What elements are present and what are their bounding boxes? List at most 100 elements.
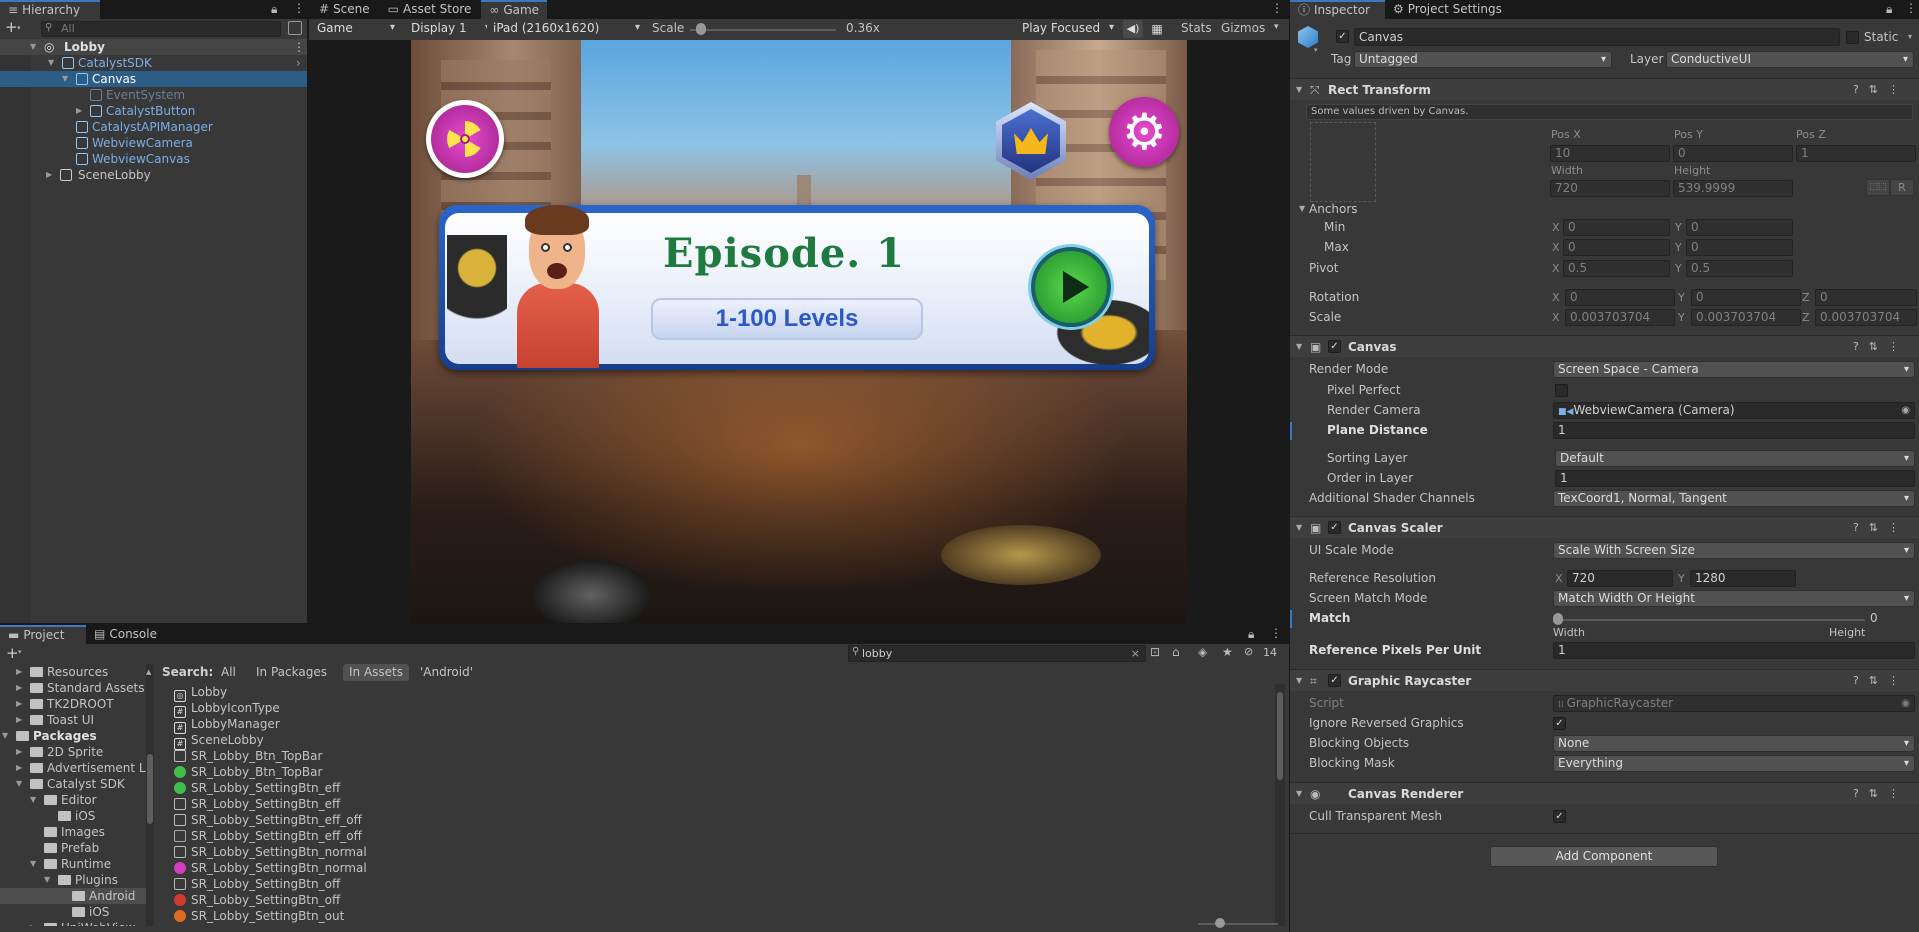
graphic-raycaster-enabled-checkbox[interactable]: ✓	[1328, 674, 1341, 687]
folder-tree-item[interactable]: ▶ Toast UI	[0, 712, 146, 728]
resolution-dropdown[interactable]: iPad (2160x1620)	[487, 20, 645, 38]
tab-hierarchy[interactable]: ≡ Hierarchy	[0, 0, 100, 19]
pivot-x-field[interactable]: 0.5	[1563, 260, 1670, 277]
chevron-right-icon[interactable]: ▶	[16, 664, 22, 680]
active-checkbox[interactable]: ✓	[1336, 30, 1349, 43]
raw-edit-button[interactable]: R	[1890, 179, 1914, 196]
folder-tree-item[interactable]: ▼ Packages	[0, 728, 146, 744]
screen-match-mode-dropdown[interactable]: Match Width Or Height	[1553, 590, 1915, 607]
mute-audio-icon[interactable]: ◀)	[1123, 20, 1143, 38]
canvas-scaler-enabled-checkbox[interactable]: ✓	[1328, 521, 1341, 534]
reference-resolution-y-field[interactable]: 1280	[1690, 570, 1796, 587]
blocking-mask-dropdown[interactable]: Everything	[1553, 755, 1915, 772]
width-field[interactable]: 720	[1550, 180, 1670, 197]
chevron-right-icon[interactable]: ›	[296, 55, 301, 71]
anchor-presets-icon[interactable]	[1310, 122, 1376, 202]
chevron-down-icon[interactable]: ▾	[18, 648, 22, 656]
hierarchy-item[interactable]: ▼ Canvas	[0, 71, 307, 87]
folder-tree-item[interactable]: ▶ Standard Assets	[0, 680, 146, 696]
search-result-item[interactable]: SR_Lobby_SettingBtn_eff_off	[174, 828, 362, 844]
pivot-y-field[interactable]: 0.5	[1686, 260, 1793, 277]
tab-inspector[interactable]: ⓘ Inspector	[1290, 0, 1385, 19]
chevron-right-icon[interactable]: ▶	[30, 920, 36, 926]
folder-tree-item[interactable]: Prefab	[0, 840, 146, 856]
folder-tree-item[interactable]: ▶ Resources	[0, 664, 146, 680]
scroll-up-icon[interactable]: ▲	[146, 668, 151, 676]
kebab-menu-icon[interactable]: ⋮	[1905, 1, 1917, 15]
layer-dropdown[interactable]: ConductiveUI	[1666, 51, 1914, 68]
component-actions[interactable]: ?⇅⋮	[1853, 517, 1909, 539]
ignore-reversed-checkbox[interactable]: ✓	[1553, 717, 1566, 730]
match-slider-track[interactable]	[1557, 619, 1865, 621]
stats-button[interactable]: Stats	[1181, 21, 1212, 35]
radiation-button[interactable]	[426, 100, 504, 178]
search-result-item[interactable]: SR_Lobby_Btn_TopBar	[174, 748, 322, 764]
hierarchy-item[interactable]: ▼ ◎ Lobby ⋮	[0, 39, 307, 55]
tree-scrollbar-thumb[interactable]	[147, 754, 153, 824]
episode-card[interactable]: Episode. 1 1-100 Levels	[439, 205, 1155, 370]
tree-scrollbar[interactable]	[146, 664, 154, 926]
kebab-menu-icon[interactable]: ⋮	[1270, 626, 1282, 640]
hierarchy-item[interactable]: CatalystAPIManager	[0, 119, 307, 135]
kebab-menu-icon[interactable]: ⋮	[293, 1, 305, 15]
folder-tree-item[interactable]: ▼ Editor	[0, 792, 146, 808]
pos-z-field[interactable]: 1	[1796, 145, 1916, 162]
canvas-enabled-checkbox[interactable]: ✓	[1328, 340, 1341, 353]
search-result-item[interactable]: ◎ Lobby	[174, 684, 227, 702]
hierarchy-item[interactable]: ▼ CatalystSDK ›	[0, 55, 307, 71]
lock-icon[interactable]: 🔒︎	[271, 2, 277, 17]
search-result-item[interactable]: SR_Lobby_SettingBtn_off	[174, 892, 340, 908]
hierarchy-search-input[interactable]: ⚲ All	[41, 21, 281, 37]
reference-resolution-x-field[interactable]: 720	[1567, 570, 1673, 587]
star-icon[interactable]: ★	[1222, 645, 1233, 659]
scale-y-field[interactable]: 0.003703704	[1691, 309, 1801, 326]
folder-tree-item[interactable]: ▶ 2D Sprite	[0, 744, 146, 760]
canvas-component-header[interactable]: ▼ ▣ ✓ Canvas ?⇅⋮	[1290, 335, 1919, 357]
tab-asset-store[interactable]: ▭ Asset Store	[380, 0, 482, 19]
height-field[interactable]: 539.9999	[1673, 180, 1793, 197]
results-scrollbar-thumb[interactable]	[1277, 692, 1283, 780]
search-result-item[interactable]: SR_Lobby_Btn_TopBar	[174, 764, 322, 780]
settings-button[interactable]: ⚙	[1109, 97, 1179, 167]
rotation-z-field[interactable]: 0	[1815, 289, 1917, 306]
kebab-menu-icon[interactable]: ⋮	[293, 39, 305, 55]
canvas-renderer-header[interactable]: ▼ ◉ Canvas Renderer ?⇅⋮	[1290, 782, 1919, 804]
chevron-down-icon[interactable]: ▼	[44, 872, 50, 888]
add-component-button[interactable]: Add Component	[1490, 846, 1718, 867]
add-icon[interactable]: +	[5, 20, 18, 35]
anchor-max-y-field[interactable]: 0	[1686, 239, 1793, 256]
tag-dropdown[interactable]: Untagged	[1354, 51, 1612, 68]
chevron-down-icon[interactable]: ▼	[2, 728, 8, 744]
tab-game[interactable]: ∞ Game	[481, 0, 548, 19]
chevron-right-icon[interactable]: ▶	[76, 103, 82, 119]
component-actions[interactable]: ?⇅⋮	[1853, 670, 1909, 692]
pos-x-field[interactable]: 10	[1550, 145, 1670, 162]
render-mode-dropdown[interactable]: Screen Space - Camera	[1553, 361, 1915, 378]
filter-in-packages[interactable]: In Packages	[256, 665, 327, 679]
search-result-item[interactable]: SR_Lobby_SettingBtn_out	[174, 908, 344, 924]
folder-tree-item[interactable]: ▼ Plugins	[0, 872, 146, 888]
kebab-menu-icon[interactable]: ⋮	[1271, 1, 1283, 15]
folder-tree-item[interactable]: ▼ Runtime	[0, 856, 146, 872]
game-canvas[interactable]: ⚙ Episode. 1 1-100 Levels	[411, 40, 1187, 623]
reference-ppu-field[interactable]: 1	[1553, 642, 1915, 659]
chevron-down-icon[interactable]: ▼	[48, 55, 54, 71]
play-button[interactable]	[1031, 247, 1111, 327]
folder-tree-item[interactable]: iOS	[0, 904, 146, 920]
search-result-item[interactable]: SR_Lobby_SettingBtn_normal	[174, 844, 367, 860]
scale-x-field[interactable]: 0.003703704	[1565, 309, 1675, 326]
chevron-down-icon[interactable]: ▾	[17, 24, 21, 32]
hierarchy-item[interactable]: WebviewCanvas	[0, 151, 307, 167]
folder-tree-item[interactable]: ▼ Catalyst SDK	[0, 776, 146, 792]
filter-all[interactable]: All	[221, 665, 236, 679]
hierarchy-item[interactable]: ▶ SceneLobby	[0, 167, 307, 183]
blueprint-mode-icon[interactable]: ⬚⬚	[1866, 179, 1890, 196]
chevron-down-icon[interactable]: ▾	[1908, 32, 1912, 41]
order-in-layer-field[interactable]: 1	[1555, 470, 1915, 487]
chevron-down-icon[interactable]: ▼	[30, 792, 36, 808]
game-mode-dropdown[interactable]: Game	[311, 20, 400, 38]
static-checkbox[interactable]	[1846, 31, 1859, 44]
tab-project-settings[interactable]: ⚙ Project Settings	[1385, 0, 1512, 19]
folder-tree-item[interactable]: ▶ Advertisement Le	[0, 760, 153, 776]
folder-tree-item[interactable]: ▶ TK2DROOT	[0, 696, 146, 712]
